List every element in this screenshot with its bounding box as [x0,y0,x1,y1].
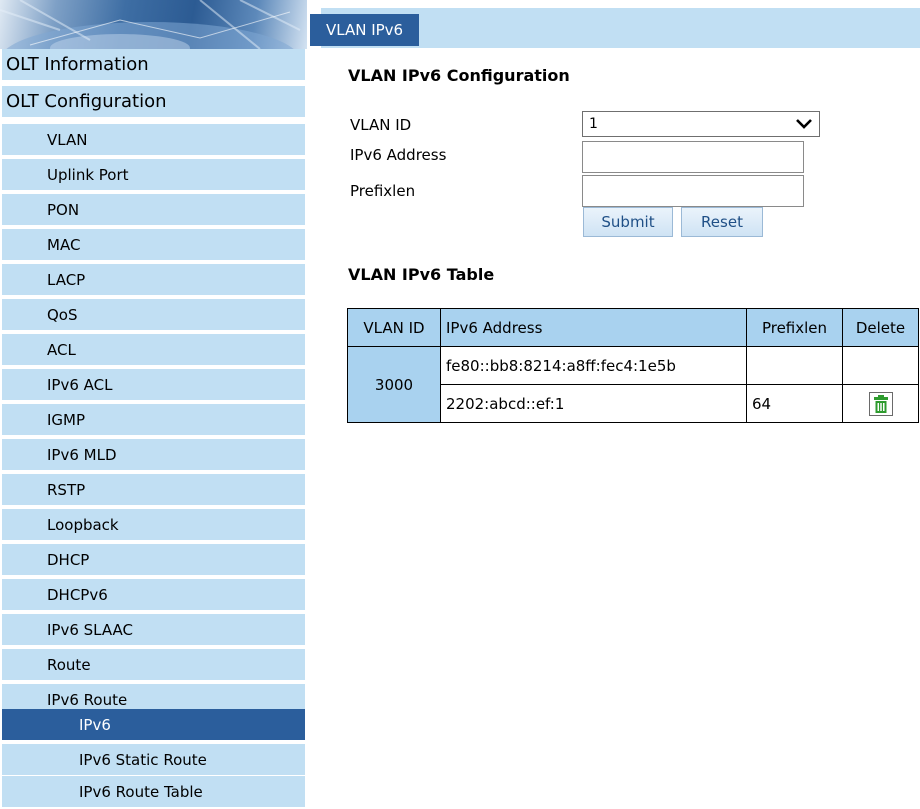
sidebar-item-olt-configuration[interactable]: OLT Configuration [2,86,305,119]
banner-image [0,0,307,49]
vlan-ipv6-table: VLAN ID IPv6 Address Prefixlen Delete 30… [347,308,919,423]
sidebar-item-label: IGMP [47,410,86,429]
delete-cell [842,384,919,423]
sidebar-item-label: PON [47,200,80,219]
table-section-title: VLAN IPv6 Table [348,265,495,284]
sidebar-item-pon[interactable]: PON [2,194,305,227]
sidebar-item-label: Uplink Port [47,165,129,184]
sidebar-item-dhcp[interactable]: DHCP [2,544,305,577]
sidebar-item-ipv6-mld[interactable]: IPv6 MLD [2,439,305,472]
sidebar-item-acl[interactable]: ACL [2,334,305,367]
vlan-id-cell: 3000 [347,346,441,423]
column-header-delete: Delete [842,308,919,347]
prefixlen-cell: 64 [746,384,843,423]
reset-button[interactable]: Reset [681,207,763,237]
sidebar-item-label: RSTP [47,480,86,499]
sidebar-item-label: IPv6 [79,715,111,734]
sidebar-item-igmp[interactable]: IGMP [2,404,305,437]
tab-vlan-ipv6[interactable]: VLAN IPv6 [310,14,420,46]
sidebar-item-vlan[interactable]: VLAN [2,124,305,157]
tab-label: VLAN IPv6 [326,21,404,39]
sidebar-item-ipv6-slaac[interactable]: IPv6 SLAAC [2,614,305,647]
sidebar: OLT Information OLT Configuration VLAN U… [0,0,307,809]
sidebar-item-qos[interactable]: QoS [2,299,305,332]
config-section-title: VLAN IPv6 Configuration [348,66,570,85]
main-content: VLAN IPv6 VLAN IPv6 Configuration VLAN I… [307,0,920,807]
vlan-id-label: VLAN ID [350,116,412,134]
sidebar-item-label: OLT Configuration [6,91,167,112]
column-header-vlan-id: VLAN ID [347,308,441,347]
sidebar-item-dhcpv6[interactable]: DHCPv6 [2,579,305,612]
prefixlen-cell [746,346,843,385]
sidebar-item-label: QoS [47,305,78,324]
sidebar-item-label: ACL [47,340,76,359]
vlan-id-selected-value: 1 [589,116,598,132]
sidebar-item-label: MAC [47,235,81,254]
sidebar-item-label: VLAN [47,130,88,149]
prefixlen-input[interactable] [582,175,804,207]
sidebar-item-rstp[interactable]: RSTP [2,474,305,507]
vlan-id-select[interactable]: 1 [582,111,820,137]
sidebar-item-olt-information[interactable]: OLT Information [2,49,305,82]
ipv6-address-cell: 2202:abcd::ef:1 [440,384,747,423]
sidebar-item-route[interactable]: Route [2,649,305,682]
ipv6-address-cell: fe80::bb8:8214:a8ff:fec4:1e5b [440,346,747,385]
sidebar-item-ipv6-route-table[interactable]: IPv6 Route Table [2,776,305,809]
sidebar-item-ipv6-acl[interactable]: IPv6 ACL [2,369,305,402]
sidebar-item-label: IPv6 Route Table [79,782,203,801]
table-header-row: VLAN ID IPv6 Address Prefixlen Delete [347,308,919,347]
sidebar-item-label: LACP [47,270,86,289]
table-row: 3000 fe80::bb8:8214:a8ff:fec4:1e5b [347,346,919,423]
sidebar-item-label: IPv6 Static Route [79,750,207,769]
sidebar-item-mac[interactable]: MAC [2,229,305,262]
sidebar-item-label: Loopback [47,515,119,534]
sidebar-item-label: IPv6 MLD [47,445,117,464]
sidebar-item-label: IPv6 Route [47,690,128,709]
trash-icon[interactable] [868,391,893,416]
sidebar-item-label: IPv6 SLAAC [47,620,134,639]
ipv6-address-input[interactable] [582,141,804,173]
chevron-down-icon [795,116,813,136]
ipv6-address-label: IPv6 Address [350,146,447,164]
sidebar-item-ipv6-static-route[interactable]: IPv6 Static Route [2,744,305,777]
sidebar-item-lacp[interactable]: LACP [2,264,305,297]
column-header-ipv6-address: IPv6 Address [440,308,747,347]
sidebar-item-label: IPv6 ACL [47,375,113,394]
sidebar-item-label: Route [47,655,91,674]
delete-cell [842,346,919,385]
sidebar-item-loopback[interactable]: Loopback [2,509,305,542]
sidebar-item-label: DHCP [47,550,90,569]
sidebar-item-ipv6[interactable]: IPv6 [2,709,305,742]
sidebar-item-uplink-port[interactable]: Uplink Port [2,159,305,192]
column-header-prefixlen: Prefixlen [746,308,843,347]
submit-button[interactable]: Submit [583,207,673,237]
sidebar-item-label: DHCPv6 [47,585,108,604]
sidebar-item-label: OLT Information [6,54,149,75]
prefixlen-label: Prefixlen [350,182,416,200]
